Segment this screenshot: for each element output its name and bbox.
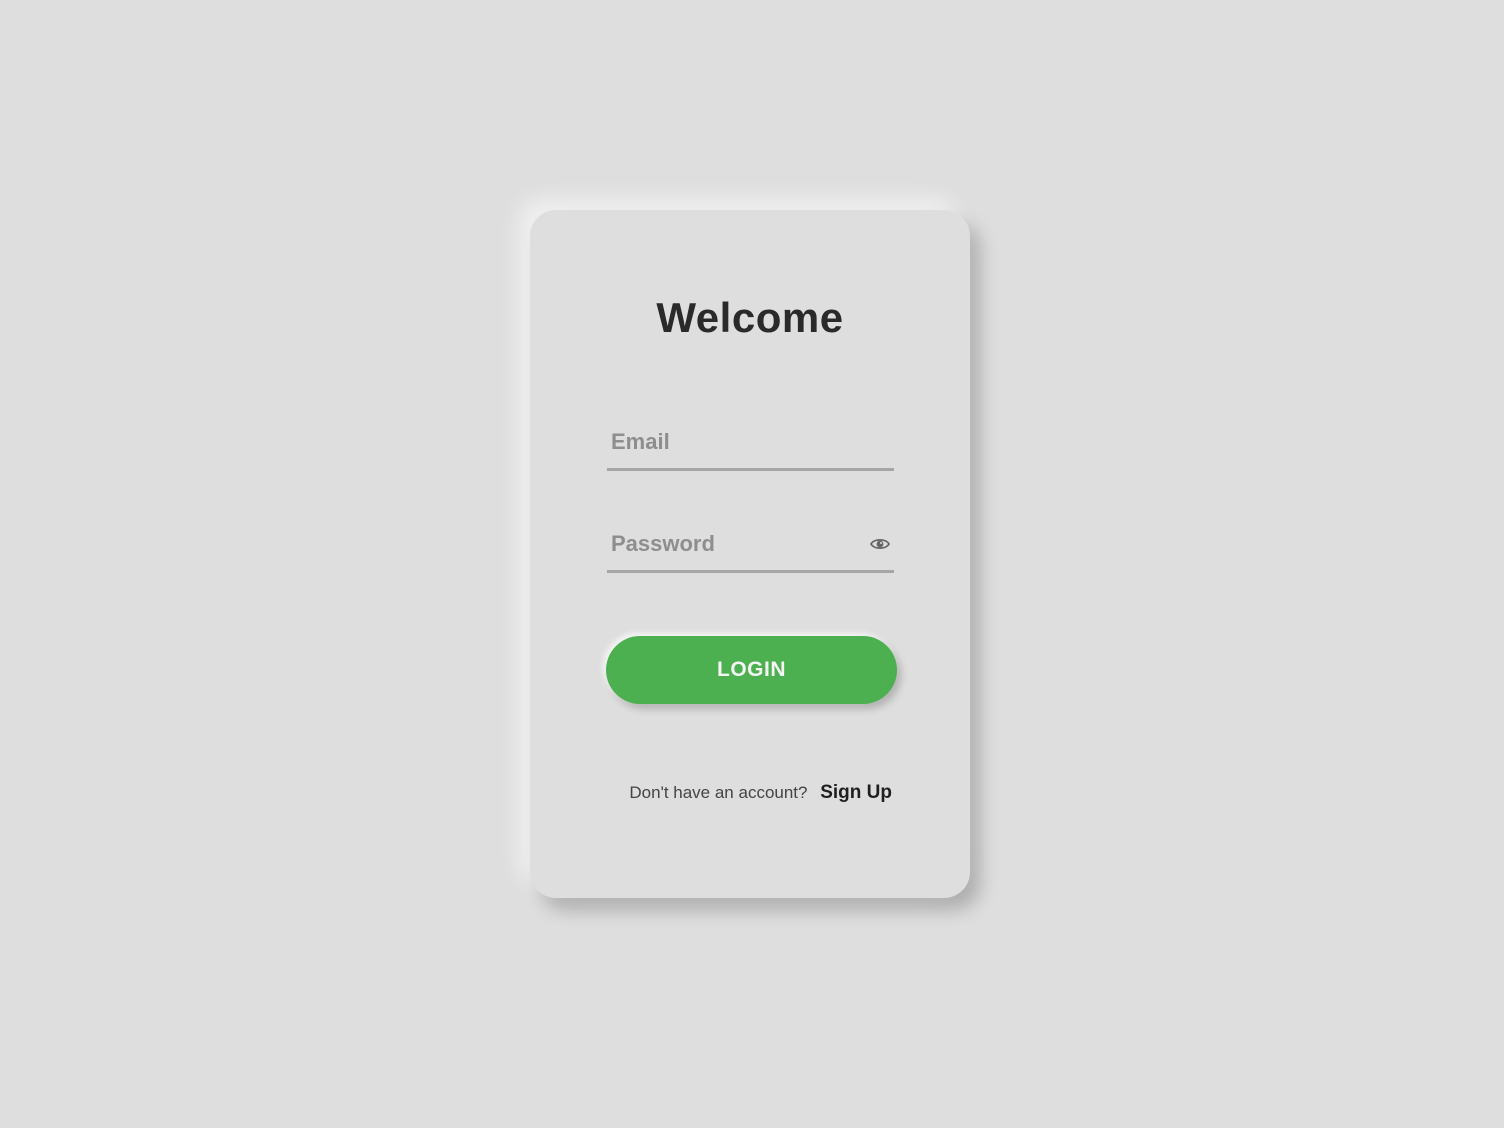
eye-icon[interactable] (869, 534, 891, 554)
email-field[interactable] (611, 426, 851, 458)
signup-prompt: Don't have an account? (629, 783, 808, 802)
signup-link[interactable]: Sign Up (820, 782, 892, 803)
password-field-container (607, 518, 894, 573)
login-button[interactable]: LOGIN (606, 636, 897, 704)
signup-row: Don't have an account? Sign Up (530, 782, 892, 804)
page-title: Welcome (656, 294, 844, 341)
email-field-container (607, 416, 894, 471)
login-card: Welcome LOGIN Don't have an account? Sig… (530, 210, 970, 898)
page: Welcome LOGIN Don't have an account? Sig… (0, 0, 1504, 1128)
password-field[interactable] (611, 528, 851, 560)
